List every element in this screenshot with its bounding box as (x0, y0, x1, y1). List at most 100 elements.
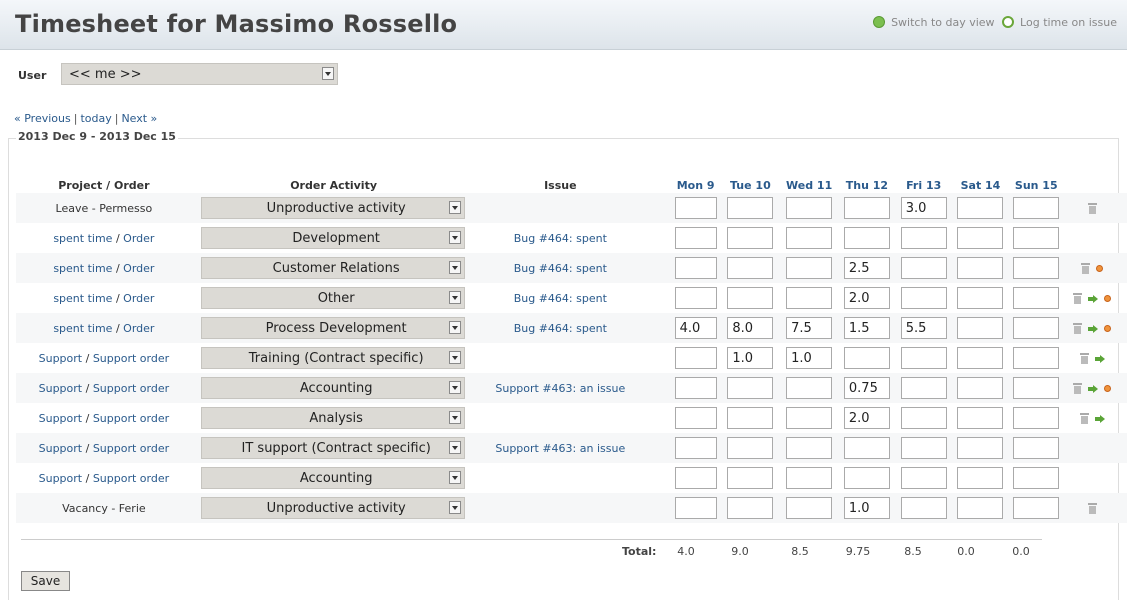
hours-input[interactable] (727, 257, 774, 279)
status-dot-icon[interactable] (1104, 385, 1112, 392)
trash-icon[interactable] (1081, 263, 1091, 274)
hours-input[interactable]: 1.5 (843, 317, 890, 339)
activity-select[interactable]: Unproductive activity (200, 497, 465, 519)
hours-input[interactable]: 5.5 (900, 317, 947, 339)
hours-input[interactable]: 1.0 (786, 347, 833, 369)
hours-input[interactable] (957, 227, 1004, 249)
hours-input[interactable] (674, 377, 717, 399)
project-link[interactable]: Support (39, 472, 82, 485)
hours-input[interactable] (900, 227, 947, 249)
switch-day-view-link[interactable]: Switch to day view (891, 16, 994, 29)
activity-select[interactable]: Customer Relations (200, 257, 465, 279)
arrow-right-icon[interactable] (1094, 414, 1105, 423)
issue-link[interactable]: Bug #464: spent (514, 232, 607, 245)
hours-input[interactable] (957, 197, 1004, 219)
hours-input[interactable] (727, 497, 774, 519)
hours-input[interactable] (786, 497, 833, 519)
hours-input[interactable] (957, 257, 1004, 279)
hours-input[interactable] (786, 227, 833, 249)
user-select[interactable]: << me >> (61, 63, 338, 85)
order-link[interactable]: Order (123, 262, 154, 275)
arrow-right-icon[interactable] (1094, 354, 1105, 363)
hours-input[interactable] (727, 407, 774, 429)
hours-input[interactable] (957, 347, 1004, 369)
hours-input[interactable] (674, 347, 717, 369)
hours-input[interactable] (1013, 467, 1060, 489)
trash-icon[interactable] (1079, 413, 1089, 424)
project-link[interactable]: Support (39, 352, 82, 365)
hours-input[interactable] (843, 347, 890, 369)
hours-input[interactable] (674, 227, 717, 249)
hours-input[interactable] (1013, 497, 1060, 519)
issue-link[interactable]: Bug #464: spent (514, 292, 607, 305)
hours-input[interactable] (900, 497, 947, 519)
hours-input[interactable] (786, 287, 833, 309)
hours-input[interactable] (674, 467, 717, 489)
hours-input[interactable] (900, 257, 947, 279)
arrow-right-icon[interactable] (1088, 294, 1099, 303)
project-link[interactable]: Support (39, 382, 82, 395)
hours-input[interactable] (1013, 347, 1060, 369)
hours-input[interactable]: 3.0 (900, 197, 947, 219)
next-week-link[interactable]: Next » (121, 112, 157, 125)
hours-input[interactable] (1013, 227, 1060, 249)
trash-icon[interactable] (1087, 503, 1097, 514)
hours-input[interactable] (674, 257, 717, 279)
trash-icon[interactable] (1079, 353, 1089, 364)
hours-input[interactable] (900, 377, 947, 399)
hours-input[interactable] (957, 317, 1004, 339)
activity-select[interactable]: Accounting (200, 377, 465, 399)
project-link[interactable]: spent time (53, 292, 112, 305)
hours-input[interactable] (786, 407, 833, 429)
status-dot-icon[interactable] (1096, 265, 1104, 272)
order-link[interactable]: Support order (93, 412, 169, 425)
order-link[interactable]: Order (123, 292, 154, 305)
project-link[interactable]: Support (39, 412, 82, 425)
order-link[interactable]: Support order (93, 442, 169, 455)
hours-input[interactable] (786, 257, 833, 279)
hours-input[interactable] (1013, 377, 1060, 399)
trash-icon[interactable] (1073, 323, 1083, 334)
hours-input[interactable]: 1.0 (727, 347, 774, 369)
project-link[interactable]: spent time (53, 262, 112, 275)
hours-input[interactable] (786, 377, 833, 399)
status-dot-icon[interactable] (1104, 295, 1112, 302)
hours-input[interactable] (727, 437, 774, 459)
hours-input[interactable] (957, 467, 1004, 489)
order-link[interactable]: Support order (93, 352, 169, 365)
hours-input[interactable] (727, 197, 774, 219)
hours-input[interactable] (1013, 437, 1060, 459)
hours-input[interactable] (786, 467, 833, 489)
trash-icon[interactable] (1087, 203, 1097, 214)
hours-input[interactable] (1013, 197, 1060, 219)
hours-input[interactable] (843, 227, 890, 249)
hours-input[interactable] (957, 287, 1004, 309)
hours-input[interactable] (1013, 257, 1060, 279)
hours-input[interactable] (900, 347, 947, 369)
hours-input[interactable] (674, 287, 717, 309)
hours-input[interactable]: 0.75 (843, 377, 890, 399)
hours-input[interactable] (786, 197, 833, 219)
hours-input[interactable] (786, 437, 833, 459)
hours-input[interactable] (900, 407, 947, 429)
activity-select[interactable]: Development (200, 227, 465, 249)
status-dot-icon[interactable] (1104, 325, 1112, 332)
hours-input[interactable]: 7.5 (786, 317, 833, 339)
activity-select[interactable]: Process Development (200, 317, 465, 339)
hours-input[interactable] (843, 437, 890, 459)
arrow-right-icon[interactable] (1088, 384, 1099, 393)
activity-select[interactable]: Accounting (200, 467, 465, 489)
order-link[interactable]: Order (123, 322, 154, 335)
order-link[interactable]: Support order (93, 382, 169, 395)
activity-select[interactable]: Analysis (200, 407, 465, 429)
trash-icon[interactable] (1073, 383, 1083, 394)
issue-link[interactable]: Bug #464: spent (514, 262, 607, 275)
hours-input[interactable] (900, 287, 947, 309)
issue-link[interactable]: Support #463: an issue (495, 442, 625, 455)
hours-input[interactable] (843, 197, 890, 219)
hours-input[interactable] (727, 287, 774, 309)
project-link[interactable]: Support (39, 442, 82, 455)
order-link[interactable]: Order (123, 232, 154, 245)
issue-link[interactable]: Support #463: an issue (495, 382, 625, 395)
hours-input[interactable] (1013, 407, 1060, 429)
